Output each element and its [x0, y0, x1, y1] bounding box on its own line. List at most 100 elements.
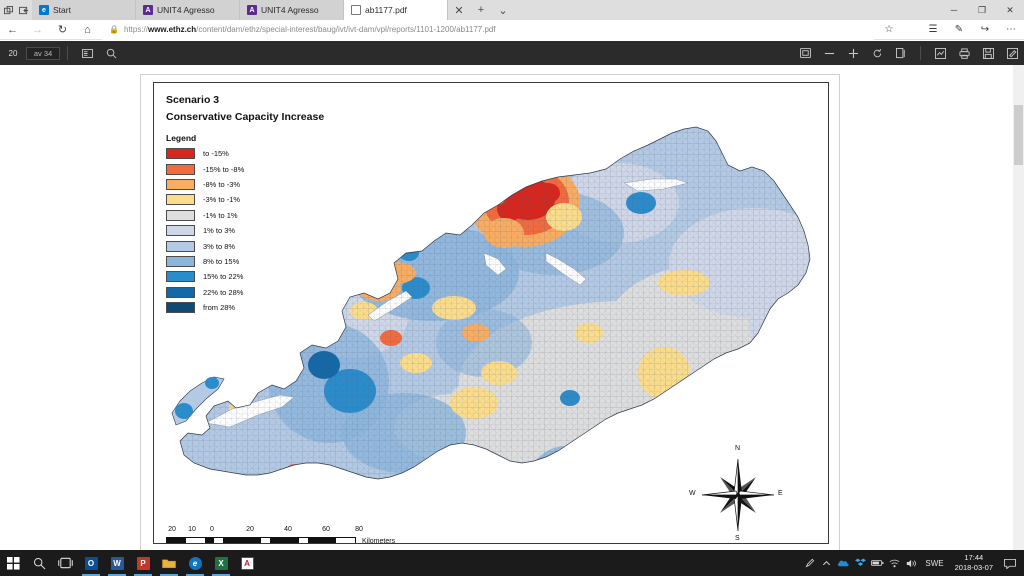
search-icon[interactable] [99, 41, 123, 65]
screen: e Start A UNIT4 Agresso A UNIT4 Agresso … [0, 0, 1024, 576]
start-button[interactable] [0, 550, 26, 576]
battery-icon[interactable] [869, 550, 886, 576]
legend-item: -1% to 1% [166, 208, 244, 223]
page-layout-icon[interactable] [889, 41, 913, 65]
map-title-subtitle: Conservative Capacity Increase [166, 111, 325, 123]
edge-taskbar-icon[interactable]: e [182, 550, 208, 576]
legend-item: 3% to 8% [166, 238, 244, 253]
agresso-icon: A [143, 5, 153, 15]
favorites-star-icon[interactable]: ☆ [876, 20, 902, 40]
legend-swatch [166, 240, 195, 252]
browser-tab-ab1177-pdf[interactable]: ▯ ab1177.pdf [344, 0, 448, 20]
new-tab-button[interactable]: + [470, 0, 492, 20]
pdf-page-count-label: av 34 [26, 46, 60, 60]
legend-item: -8% to -3% [166, 177, 244, 192]
rotate-icon[interactable] [865, 41, 889, 65]
clock[interactable]: 17:44 2018-03-07 [949, 553, 999, 573]
minimize-button[interactable]: ─ [940, 0, 968, 20]
browser-address-bar: ← → ↻ ⌂ 🔒 https://www.ethz.ch/content/da… [0, 19, 1024, 40]
share-icon[interactable]: ↪ [972, 20, 998, 40]
lock-icon: 🔒 [109, 25, 119, 34]
map-title-scenario: Scenario 3 [166, 94, 220, 106]
legend-label: from 28% [203, 303, 236, 313]
tabs-you-set-aside-button[interactable] [16, 0, 32, 20]
legend-item: 15% to 22% [166, 269, 244, 284]
refresh-button[interactable]: ↻ [50, 20, 75, 40]
pdf-document-area[interactable]: Scenario 3 Conservative Capacity Increas… [0, 65, 1024, 550]
powerpoint-taskbar-icon[interactable]: P [130, 550, 156, 576]
more-settings-icon[interactable]: ⋯ [998, 20, 1024, 40]
reading-list-icon[interactable]: ☰ [920, 20, 946, 40]
compass-rose: N E S W [689, 445, 783, 542]
back-button[interactable]: ← [0, 20, 25, 40]
scale-tick: 0 [210, 526, 214, 533]
print-icon[interactable] [952, 41, 976, 65]
fit-to-page-icon[interactable] [793, 41, 817, 65]
tabstrip-drag-region [514, 0, 940, 20]
search-icon[interactable] [26, 550, 52, 576]
legend-label: to -15% [203, 149, 229, 159]
url-input[interactable]: 🔒 https://www.ethz.ch/content/dam/ethz/s… [102, 19, 874, 40]
map-figure: Scenario 3 Conservative Capacity Increas… [153, 82, 829, 544]
compass-rose-icon [701, 458, 775, 532]
excel-taskbar-icon[interactable]: X [208, 550, 234, 576]
tab-menu-chevron-down-icon[interactable]: ⌄ [492, 0, 514, 20]
onedrive-icon[interactable] [835, 550, 852, 576]
clock-time: 17:44 [964, 553, 984, 562]
legend-label: -1% to 1% [203, 210, 238, 220]
map-legend: to -15% -15% to -8% -8% to -3% -3% to -1… [166, 146, 244, 315]
legend-label: 8% to 15% [203, 256, 240, 266]
task-view-icon[interactable] [52, 550, 78, 576]
legend-item: 22% to 28% [166, 285, 244, 300]
file-explorer-taskbar-icon[interactable] [156, 550, 182, 576]
legend-swatch [166, 194, 195, 206]
action-center-icon[interactable] [999, 550, 1021, 576]
legend-swatch [166, 302, 195, 314]
add-note-icon[interactable] [928, 41, 952, 65]
outlook-icon-glyph: O [84, 556, 98, 570]
show-tabs-aside-button[interactable] [0, 0, 16, 20]
input-language-indicator[interactable]: SWE [920, 559, 948, 568]
browser-tab-agresso-1[interactable]: A UNIT4 Agresso [136, 0, 240, 20]
home-button[interactable]: ⌂ [75, 20, 100, 40]
scale-bar-ticks: 20 10 0 20 40 60 80 [166, 526, 363, 537]
table-of-contents-icon[interactable] [75, 41, 99, 65]
scale-tick: 10 [188, 526, 196, 533]
zoom-in-icon[interactable] [841, 41, 865, 65]
legend-swatch [166, 148, 195, 160]
outlook-taskbar-icon[interactable]: O [78, 550, 104, 576]
show-hidden-icons-chevron-icon[interactable] [818, 550, 835, 576]
scale-tick: 40 [284, 526, 292, 533]
browser-tab-label: Start [53, 5, 71, 15]
close-window-button[interactable]: ✕ [996, 0, 1024, 20]
vertical-scrollbar[interactable] [1013, 65, 1024, 550]
browser-tab-start[interactable]: e Start [32, 0, 136, 20]
scrollbar-thumb[interactable] [1014, 105, 1023, 165]
browser-tab-agresso-2[interactable]: A UNIT4 Agresso [240, 0, 344, 20]
save-icon[interactable] [976, 41, 1000, 65]
browser-tab-strip: e Start A UNIT4 Agresso A UNIT4 Agresso … [0, 0, 1024, 20]
wifi-icon[interactable] [886, 550, 903, 576]
zoom-out-icon[interactable] [817, 41, 841, 65]
compass-label-west: W [689, 490, 696, 497]
pen-workspace-icon[interactable] [801, 550, 818, 576]
legend-swatch [166, 163, 195, 175]
scale-bar-unit-label: Kilometers [362, 538, 396, 544]
clock-date: 2018-03-07 [954, 563, 993, 572]
close-tab-button[interactable]: ✕ [448, 0, 470, 20]
volume-icon[interactable] [903, 550, 920, 576]
system-tray: SWE 17:44 2018-03-07 [801, 550, 1024, 576]
web-notes-pen-icon[interactable]: ✎ [946, 20, 972, 40]
edge-icon: e [39, 5, 49, 15]
legend-item: 8% to 15% [166, 254, 244, 269]
word-taskbar-icon[interactable]: W [104, 550, 130, 576]
legend-swatch [166, 209, 195, 221]
legend-label: 3% to 8% [203, 241, 236, 251]
toolbar-divider [67, 46, 68, 60]
acrobat-taskbar-icon[interactable]: A [234, 550, 260, 576]
highlight-icon[interactable] [1000, 41, 1024, 65]
legend-swatch [166, 286, 195, 298]
dropbox-icon[interactable] [852, 550, 869, 576]
maximize-button[interactable]: ❐ [968, 0, 996, 20]
pdf-current-page-input[interactable]: 20 [0, 49, 26, 58]
